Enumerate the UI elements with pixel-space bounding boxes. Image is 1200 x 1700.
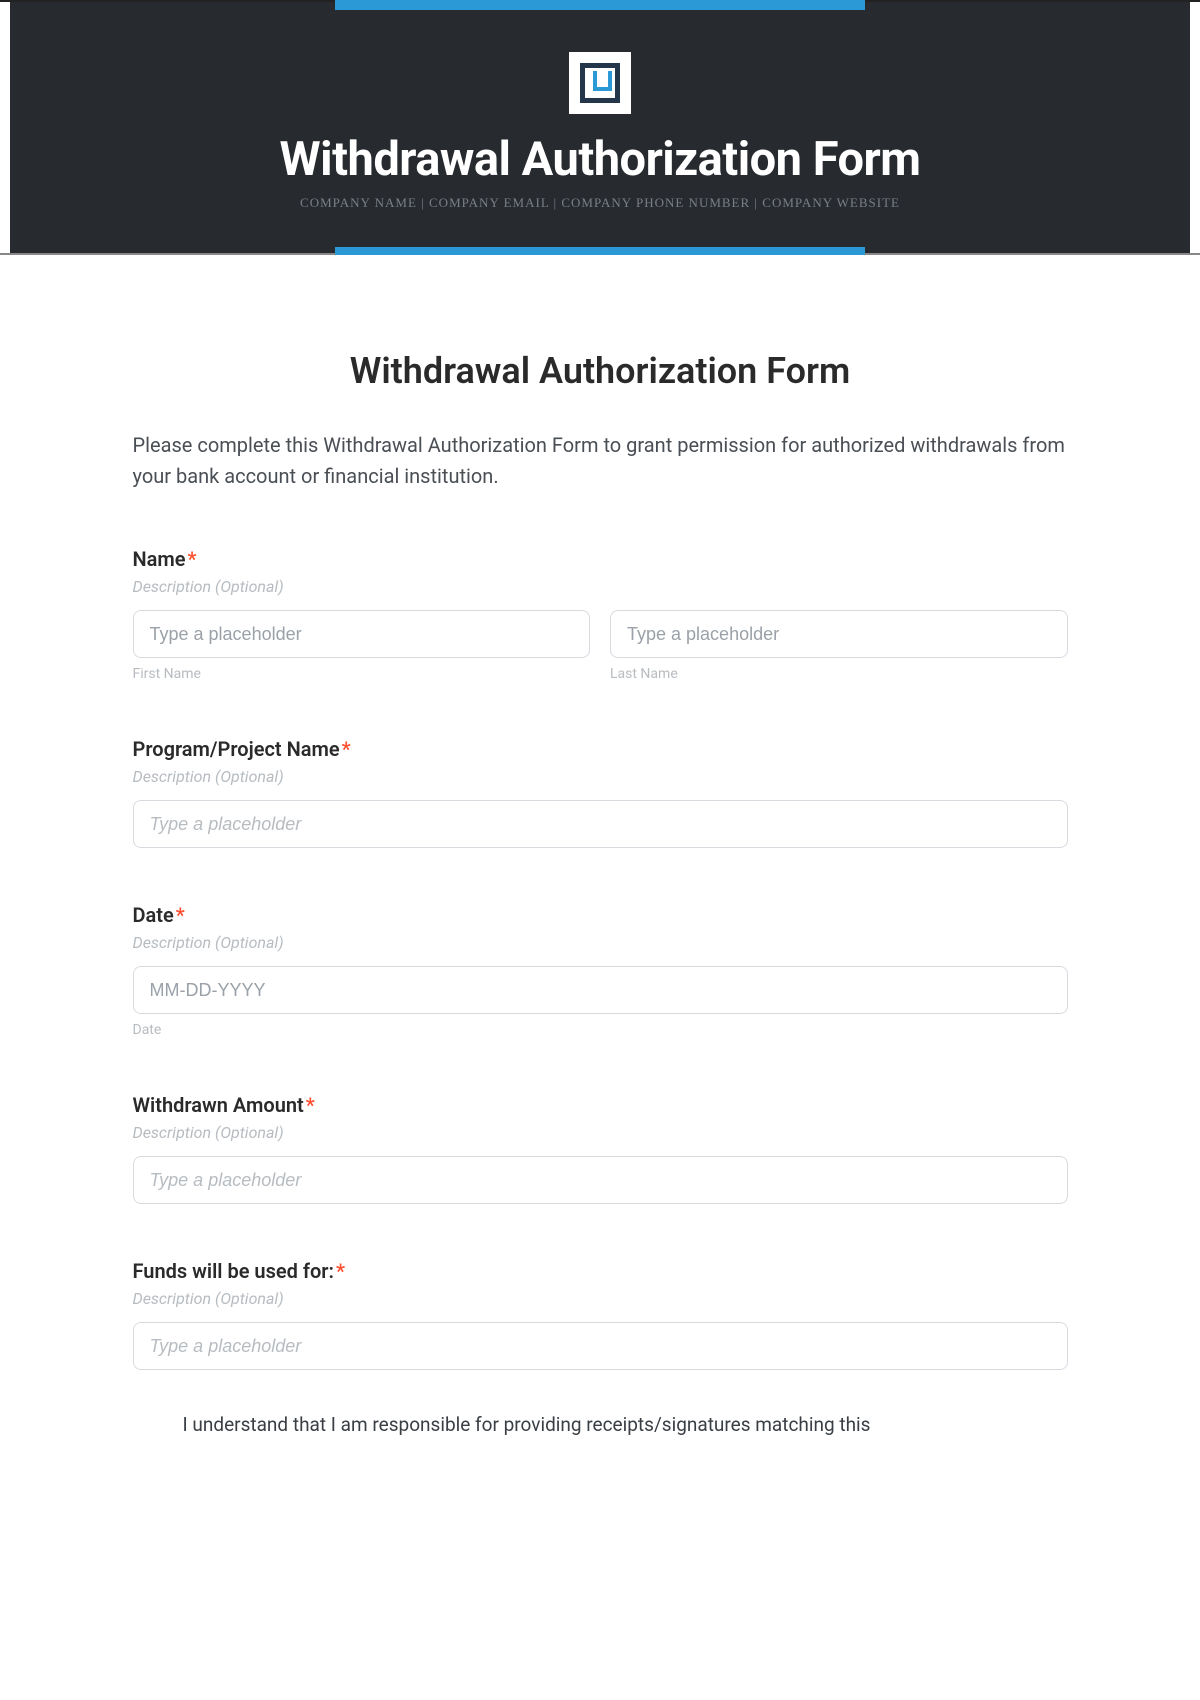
field-name: Name* Description (Optional) First Name … — [133, 547, 1068, 682]
sublabel-first-name: First Name — [133, 666, 591, 682]
usedfor-input[interactable] — [133, 1322, 1068, 1370]
desc-usedfor: Description (Optional) — [133, 1289, 1068, 1308]
amount-input[interactable] — [133, 1156, 1068, 1204]
desc-program: Description (Optional) — [133, 767, 1068, 786]
required-asterisk: * — [188, 547, 197, 571]
label-program: Program/Project Name* — [133, 737, 1068, 761]
required-asterisk: * — [306, 1093, 315, 1117]
company-logo-icon — [569, 52, 631, 114]
field-amount: Withdrawn Amount* Description (Optional) — [133, 1093, 1068, 1204]
date-input[interactable] — [133, 966, 1068, 1014]
hero-banner: Withdrawal Authorization Form COMPANY NA… — [0, 0, 1200, 255]
form-body: Withdrawal Authorization Form Please com… — [133, 255, 1068, 1440]
last-name-input[interactable] — [610, 610, 1068, 658]
intro-text: Please complete this Withdrawal Authoriz… — [133, 430, 1068, 492]
label-usedfor: Funds will be used for:* — [133, 1259, 1068, 1283]
desc-date: Description (Optional) — [133, 933, 1068, 952]
desc-amount: Description (Optional) — [133, 1123, 1068, 1142]
label-name-text: Name — [133, 547, 186, 571]
label-usedfor-text: Funds will be used for: — [133, 1259, 334, 1283]
hero-subtitle: COMPANY NAME | COMPANY EMAIL | COMPANY P… — [10, 195, 1190, 211]
sublabel-date: Date — [133, 1022, 1068, 1038]
page-title: Withdrawal Authorization Form — [133, 350, 1068, 392]
field-date: Date* Description (Optional) Date — [133, 903, 1068, 1038]
first-name-input[interactable] — [133, 610, 591, 658]
required-asterisk: * — [342, 737, 351, 761]
hero-title: Withdrawal Authorization Form — [10, 132, 1190, 187]
field-usedfor: Funds will be used for:* Description (Op… — [133, 1259, 1068, 1370]
program-input[interactable] — [133, 800, 1068, 848]
desc-name: Description (Optional) — [133, 577, 1068, 596]
accent-bar-top — [335, 0, 865, 10]
field-program: Program/Project Name* Description (Optio… — [133, 737, 1068, 848]
label-date-text: Date — [133, 903, 174, 927]
label-amount-text: Withdrawn Amount — [133, 1093, 304, 1117]
required-asterisk: * — [176, 903, 185, 927]
label-name: Name* — [133, 547, 1068, 571]
label-program-text: Program/Project Name — [133, 737, 340, 761]
sublabel-last-name: Last Name — [610, 666, 1068, 682]
required-asterisk: * — [336, 1259, 345, 1283]
accent-bar-bottom — [335, 247, 865, 255]
label-date: Date* — [133, 903, 1068, 927]
disclaimer-text: I understand that I am responsible for p… — [133, 1410, 1068, 1440]
label-amount: Withdrawn Amount* — [133, 1093, 1068, 1117]
